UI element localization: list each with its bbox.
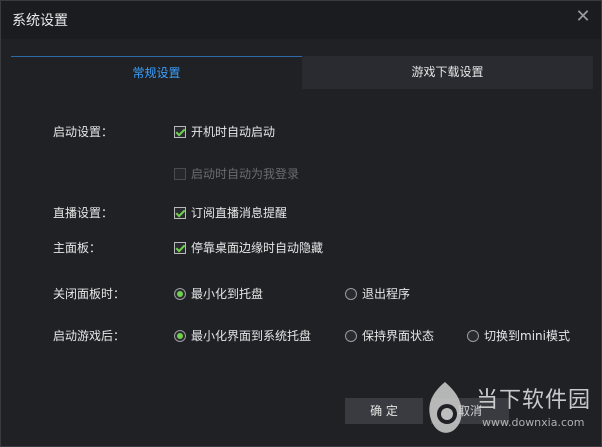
close-icon[interactable]: ✕ xyxy=(573,7,593,27)
live-row: 直播设置： 订阅直播消息提醒 xyxy=(11,203,593,223)
close-panel-row: 关闭面板时： 最小化到托盘 退出程序 xyxy=(11,284,593,304)
auto-hide-label: 停靠桌面边缘时自动隐藏 xyxy=(191,241,324,255)
live-subscribe-label: 订阅直播消息提醒 xyxy=(191,206,288,220)
tab-general[interactable]: 常规设置 xyxy=(11,56,302,89)
keep-ui-state-label: 保持界面状态 xyxy=(362,329,435,343)
radio-unselected-icon xyxy=(345,330,357,342)
after-game-row: 启动游戏后： 最小化界面到系统托盘 保持界面状态 切换到mini模式 xyxy=(11,326,593,346)
auto-start-checkbox[interactable]: 开机时自动启动 xyxy=(174,122,275,142)
tab-game-download[interactable]: 游戏下载设置 xyxy=(302,56,593,89)
minimize-to-tray-radio[interactable]: 最小化到托盘 xyxy=(174,284,263,304)
mini-mode-radio[interactable]: 切换到mini模式 xyxy=(467,326,570,346)
exit-program-radio[interactable]: 退出程序 xyxy=(345,284,410,304)
radio-unselected-icon xyxy=(345,288,357,300)
minimize-ui-tray-radio[interactable]: 最小化界面到系统托盘 xyxy=(174,326,311,346)
minimize-to-tray-label: 最小化到托盘 xyxy=(191,287,264,301)
startup-row: 启动设置： 开机时自动启动 xyxy=(11,122,593,142)
auto-login-label: 启动时自动为我登录 xyxy=(191,167,300,181)
startup-label: 启动设置： xyxy=(53,125,114,139)
cancel-button[interactable]: 取消 xyxy=(431,398,509,424)
auto-login-row: 启动时自动为我登录 xyxy=(11,164,593,184)
keep-ui-state-radio[interactable]: 保持界面状态 xyxy=(345,326,434,346)
title-bar: 系统设置 ✕ xyxy=(1,1,601,39)
auto-start-label: 开机时自动启动 xyxy=(191,125,276,139)
tab-bar: 常规设置 游戏下载设置 xyxy=(11,56,593,89)
live-label: 直播设置： xyxy=(53,206,114,220)
live-subscribe-checkbox[interactable]: 订阅直播消息提醒 xyxy=(174,203,287,223)
window-title: 系统设置 xyxy=(12,13,68,29)
panel-label: 主面板： xyxy=(53,241,102,255)
radio-selected-icon xyxy=(174,330,186,342)
radio-selected-icon xyxy=(174,288,186,300)
checkbox-checked-icon xyxy=(174,242,186,254)
settings-window: 系统设置 ✕ 常规设置 游戏下载设置 启动设置： 开机时自动启动 启动时自动为我… xyxy=(0,0,602,447)
auto-hide-checkbox[interactable]: 停靠桌面边缘时自动隐藏 xyxy=(174,238,323,258)
auto-login-checkbox: 启动时自动为我登录 xyxy=(174,164,299,184)
after-game-label: 启动游戏后： xyxy=(53,329,126,343)
exit-program-label: 退出程序 xyxy=(362,287,411,301)
radio-unselected-icon xyxy=(467,330,479,342)
ok-button[interactable]: 确 定 xyxy=(345,398,423,424)
checkbox-checked-icon xyxy=(174,207,186,219)
minimize-ui-tray-label: 最小化界面到系统托盘 xyxy=(191,329,312,343)
close-panel-label: 关闭面板时： xyxy=(53,287,126,301)
checkbox-disabled-icon xyxy=(174,168,186,180)
panel-row: 主面板： 停靠桌面边缘时自动隐藏 xyxy=(11,238,593,258)
settings-panel: 启动设置： 开机时自动启动 启动时自动为我登录 直播设置： 订阅直播消息提醒 主… xyxy=(11,89,593,434)
checkbox-checked-icon xyxy=(174,126,186,138)
mini-mode-label: 切换到mini模式 xyxy=(484,329,570,343)
